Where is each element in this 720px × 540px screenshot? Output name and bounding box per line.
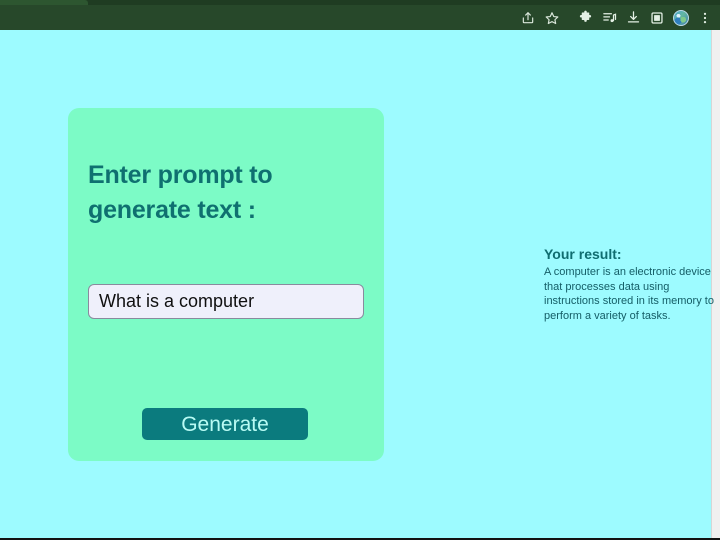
reading-list-icon[interactable] xyxy=(598,7,620,29)
download-icon[interactable] xyxy=(622,7,644,29)
share-icon[interactable] xyxy=(517,7,539,29)
toolbar-icon-group xyxy=(517,7,720,29)
result-panel: Your result: A computer is an electronic… xyxy=(544,246,714,323)
result-heading: Your result: xyxy=(544,246,622,262)
page-title: Enter prompt to generate text : xyxy=(88,158,350,228)
prompt-card: Enter prompt to generate text : Generate xyxy=(68,108,384,461)
profile-avatar-icon[interactable] xyxy=(670,7,692,29)
card-heading-line-1: Enter prompt to xyxy=(88,161,273,189)
browser-toolbar xyxy=(0,5,720,30)
bookmark-star-icon[interactable] xyxy=(541,7,563,29)
side-panel-icon[interactable] xyxy=(646,7,668,29)
page-viewport: Enter prompt to generate text : Generate… xyxy=(0,30,720,540)
generate-button[interactable]: Generate xyxy=(142,408,308,440)
browser-chrome xyxy=(0,0,720,30)
extensions-puzzle-icon[interactable] xyxy=(574,7,596,29)
card-heading-line-2: generate text : xyxy=(88,196,256,224)
prompt-input[interactable] xyxy=(88,284,364,319)
result-text: A computer is an electronic device that … xyxy=(544,266,714,322)
three-dot-menu-icon[interactable] xyxy=(694,7,716,29)
toolbar-separator xyxy=(565,7,572,29)
